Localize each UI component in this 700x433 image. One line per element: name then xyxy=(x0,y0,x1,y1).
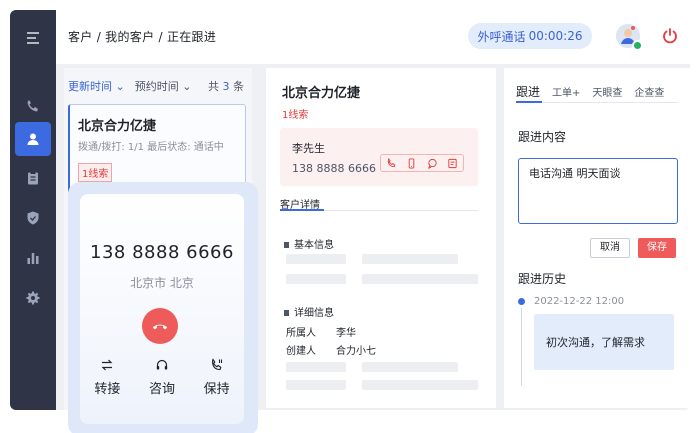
contact-toolbar xyxy=(380,154,464,172)
history-entry: 初次沟通，了解需求 xyxy=(534,314,674,370)
followup-tabs: 跟进 工单+ 天眼查 企查查 xyxy=(516,80,678,102)
logout-button[interactable] xyxy=(660,26,680,46)
menu-toggle-button[interactable] xyxy=(10,22,56,54)
history-date: 2022-12-22 12:00 xyxy=(534,296,625,307)
timeline-dot xyxy=(518,298,525,305)
creator-value: 合力小七 xyxy=(336,346,376,357)
skeleton-line xyxy=(362,254,458,264)
hangup-button[interactable] xyxy=(142,308,178,344)
clipboard-icon xyxy=(28,171,38,185)
hangup-icon xyxy=(152,324,168,330)
lead-tag: 1线索 xyxy=(78,163,113,182)
contact-name: 李先生 xyxy=(292,142,325,155)
tab-tianyancha[interactable]: 天眼查 xyxy=(592,84,622,99)
hold-label: 保持 xyxy=(203,382,230,397)
customer-detail-panel: 北京合力亿捷 1线索 李先生 138 8888 6666 客户详情 基本信息 详… xyxy=(266,68,496,408)
consult-button[interactable]: 咨询 xyxy=(137,358,187,397)
customer-call-meta: 拨通/拨打: 1/1 最后状态: 通话中 xyxy=(78,142,224,153)
tab-work-order[interactable]: 工单+ xyxy=(552,84,580,99)
call-timer: 00:00:26 xyxy=(528,29,583,43)
skeleton-line xyxy=(362,362,458,372)
call-location: 北京市 北京 xyxy=(130,276,194,290)
consult-label: 咨询 xyxy=(148,382,175,397)
phone-icon xyxy=(27,100,38,112)
chat-icon[interactable] xyxy=(427,158,438,169)
call-popup-inner: 138 8888 6666 北京市 北京 转接 咨询 保持 xyxy=(80,194,244,424)
transfer-icon xyxy=(101,359,113,371)
cancel-button[interactable]: 取消 xyxy=(590,238,630,258)
detail-info-heading: 详细信息 xyxy=(284,304,334,319)
customer-card[interactable]: 北京合力亿捷 拨通/拨打: 1/1 最后状态: 通话中 1线索 xyxy=(68,104,246,194)
menu-icon xyxy=(27,32,39,44)
sidebar-item-reports[interactable] xyxy=(10,242,56,274)
power-icon xyxy=(663,28,677,44)
contact-box: 李先生 138 8888 6666 xyxy=(280,128,478,186)
headset-icon xyxy=(156,359,168,370)
followup-content-label: 跟进内容 xyxy=(518,130,567,144)
note-icon[interactable] xyxy=(447,158,458,169)
user-icon xyxy=(27,133,39,145)
detail-leads[interactable]: 1线索 xyxy=(282,106,308,121)
customer-name: 北京合力亿捷 xyxy=(78,119,157,134)
chevron-down-icon: ⌄ xyxy=(115,80,125,93)
top-header: 客户 / 我的客户 / 正在跟进 外呼通话 00:00:26 xyxy=(56,10,690,64)
call-label: 外呼通话 xyxy=(477,29,526,44)
skeleton-line xyxy=(362,274,478,284)
skeleton-line xyxy=(286,254,346,264)
sort-updated-time[interactable]: 更新时间 ⌄ xyxy=(68,78,125,94)
tab-underline xyxy=(280,209,324,211)
hold-button[interactable]: 保持 xyxy=(192,358,242,397)
sidebar-item-calls[interactable] xyxy=(10,90,56,122)
owner-label: 所属人 xyxy=(286,328,316,339)
tab-underline xyxy=(516,101,542,103)
record-count: 共 3 条 xyxy=(208,78,244,94)
call-popup: 138 8888 6666 北京市 北京 转接 咨询 保持 xyxy=(68,182,258,433)
sort-bar: 更新时间 ⌄ 预约时间 ⌄ 共 3 条 xyxy=(68,76,252,96)
chevron-down-icon: ⌄ xyxy=(182,80,192,93)
sort-appointment-time[interactable]: 预约时间 ⌄ xyxy=(135,78,192,94)
transfer-button[interactable]: 转接 xyxy=(82,358,132,397)
hold-icon xyxy=(211,358,222,371)
sidebar-item-security[interactable] xyxy=(10,202,56,234)
followup-content-input[interactable]: 电话沟通 明天面谈 xyxy=(518,158,678,224)
count-prefix: 共 xyxy=(208,80,219,93)
count-value: 3 xyxy=(222,80,230,93)
basic-info-heading: 基本信息 xyxy=(284,236,334,251)
call-number: 138 8888 6666 xyxy=(90,242,234,263)
transfer-label: 转接 xyxy=(94,382,121,397)
skeleton-line xyxy=(286,380,346,390)
tab-qichacha[interactable]: 企查查 xyxy=(634,84,664,99)
sidebar-item-settings[interactable] xyxy=(10,282,56,314)
skeleton-line xyxy=(286,274,346,284)
followup-panel: 跟进 工单+ 天眼查 企查查 跟进内容 电话沟通 明天面谈 取消 保存 跟进历史… xyxy=(504,68,690,408)
tab-followup[interactable]: 跟进 xyxy=(516,83,540,100)
shield-icon xyxy=(27,211,39,225)
timeline-line xyxy=(521,308,522,386)
sidebar-item-customers[interactable] xyxy=(15,122,51,156)
followup-history-label: 跟进历史 xyxy=(518,272,567,286)
sidebar-item-orders[interactable] xyxy=(10,162,56,194)
skeleton-line xyxy=(286,362,346,372)
contact-phone: 138 8888 6666 xyxy=(292,162,376,175)
skeleton-line xyxy=(362,380,478,390)
sort-appointment-label: 预约时间 xyxy=(134,80,179,93)
sidebar xyxy=(10,10,56,410)
count-suffix: 条 xyxy=(233,80,244,93)
call-status-pill: 外呼通话 00:00:26 xyxy=(468,23,592,49)
bar-chart-icon xyxy=(27,253,39,264)
breadcrumb[interactable]: 客户 / 我的客户 / 正在跟进 xyxy=(68,28,216,45)
call-actions: 转接 咨询 保持 xyxy=(80,358,244,397)
detail-title: 北京合力亿捷 xyxy=(282,86,361,101)
call-icon[interactable] xyxy=(386,157,397,169)
online-status-dot xyxy=(632,40,643,51)
owner-value: 李华 xyxy=(336,328,356,339)
save-button[interactable]: 保存 xyxy=(638,238,676,258)
mobile-icon[interactable] xyxy=(406,157,417,169)
sort-updated-label: 更新时间 xyxy=(68,80,112,93)
gear-icon xyxy=(26,291,40,305)
avatar[interactable] xyxy=(616,24,643,51)
creator-label: 创建人 xyxy=(286,346,316,357)
